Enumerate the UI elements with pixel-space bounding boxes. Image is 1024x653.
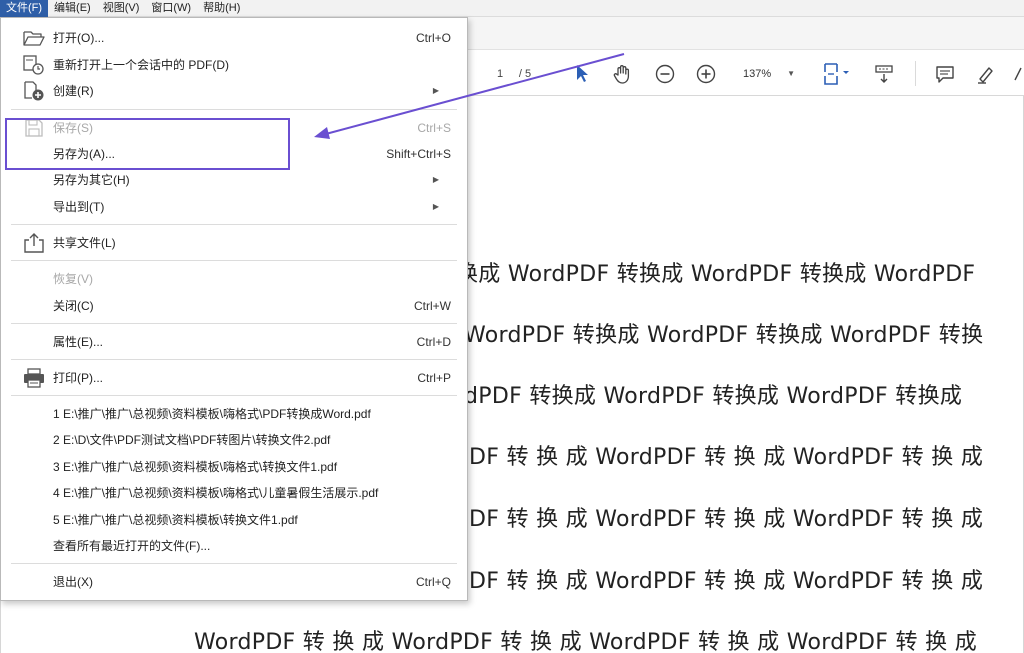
annotation-arrow [314,53,625,139]
